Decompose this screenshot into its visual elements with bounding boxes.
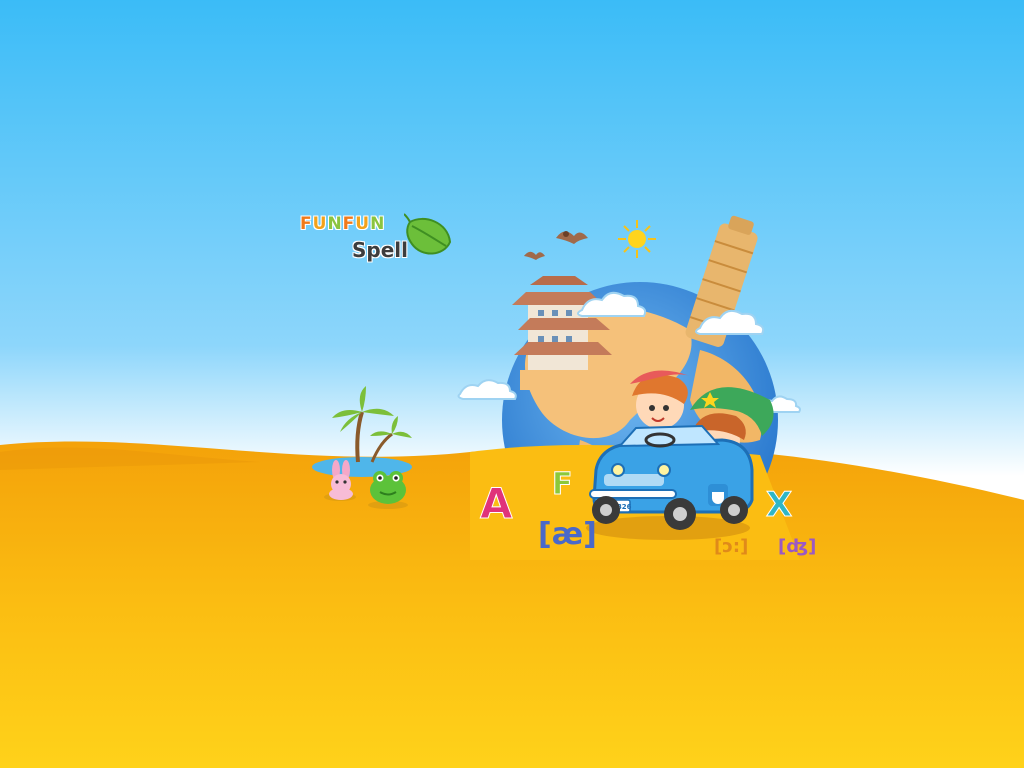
logo-letter: U xyxy=(312,214,328,234)
logo-spell: Spell xyxy=(352,238,408,262)
funfun-spell-logo: FUNFUN Spell xyxy=(298,210,458,270)
logo-letter: F xyxy=(300,214,313,234)
splash-scene: MB826 A F X [æ] [ɔ:] [ʤ] xyxy=(0,0,1024,768)
letter-x: X xyxy=(766,485,792,525)
logo-funfun: FUNFUN xyxy=(300,214,385,234)
letter-a: A xyxy=(480,479,513,528)
logo-letter: N xyxy=(370,214,386,234)
letter-f: F xyxy=(552,467,573,502)
logo-letter: U xyxy=(355,214,371,234)
phonetic-ae: [æ] xyxy=(538,517,597,552)
logo-letter: F xyxy=(342,214,356,234)
leaf-icon xyxy=(404,213,452,255)
phonetic-dzh: [ʤ] xyxy=(778,536,816,557)
phonetic-o-long: [ɔ:] xyxy=(714,536,748,557)
frog-character xyxy=(368,471,408,509)
logo-letter: N xyxy=(327,214,343,234)
